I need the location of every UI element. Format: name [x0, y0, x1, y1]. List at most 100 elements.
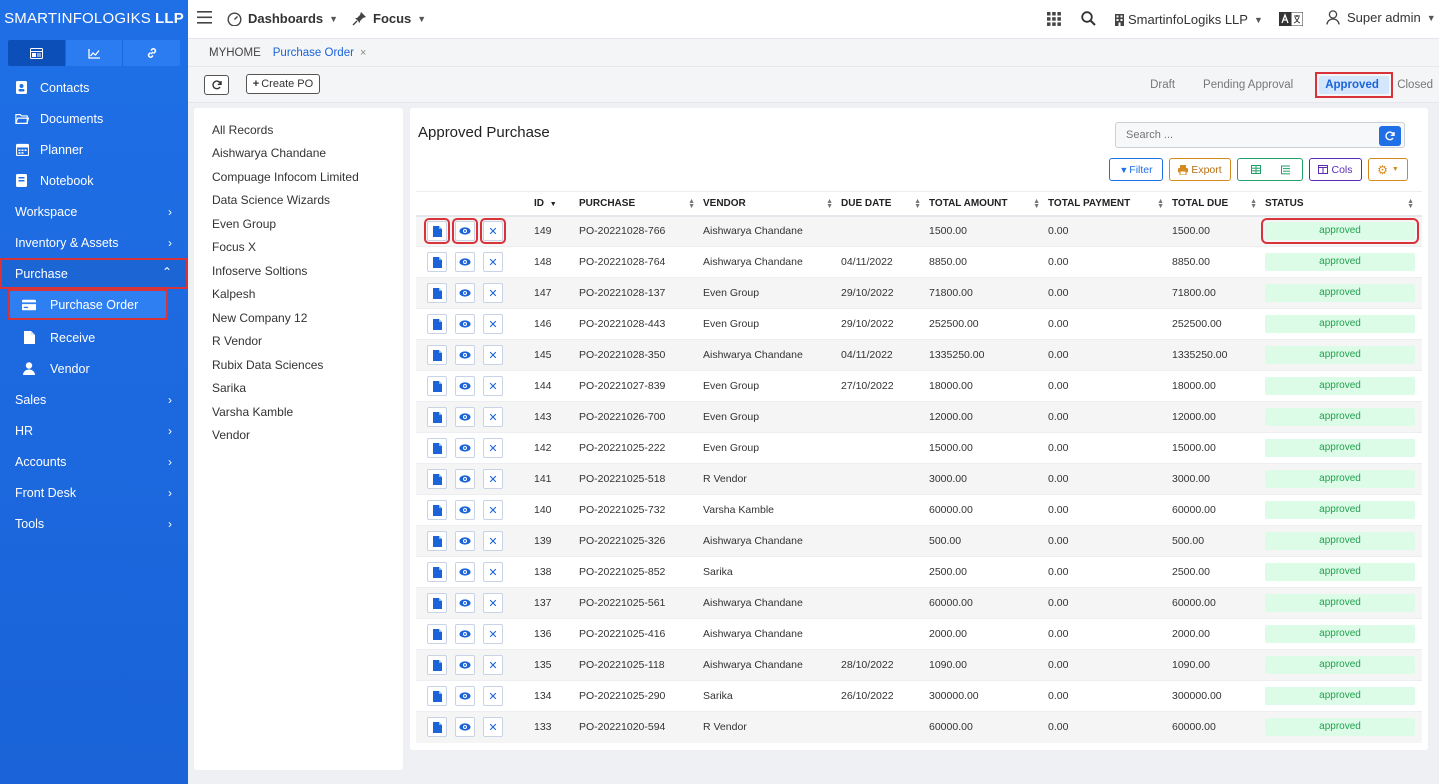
cell-purchase[interactable]: PO-20221025-561: [579, 587, 703, 619]
vendor-filter-item[interactable]: Data Science Wizards: [194, 189, 403, 213]
table-row[interactable]: ✕ 135 PO-20221025-118 Aishwarya Chandane 28/…: [416, 649, 1422, 681]
sidebar-group-inventory[interactable]: Inventory & Assets ›: [0, 227, 188, 258]
cell-purchase[interactable]: PO-20221025-326: [579, 525, 703, 557]
view-button[interactable]: [455, 438, 475, 458]
delete-button[interactable]: ✕: [483, 655, 503, 675]
view-button[interactable]: [455, 593, 475, 613]
column-header-total-due[interactable]: TOTAL DUE ▲ ▼: [1172, 191, 1265, 217]
table-row[interactable]: ✕ 143 PO-20221026-700 Even Group 12000.00 0.0…: [416, 401, 1422, 433]
cols-button[interactable]: Cols: [1309, 158, 1362, 181]
view-button[interactable]: [455, 314, 475, 334]
view-button[interactable]: [455, 717, 475, 738]
vendor-filter-item[interactable]: Varsha Kamble: [194, 400, 403, 424]
search-icon[interactable]: [1081, 11, 1096, 29]
delete-button[interactable]: ✕: [480, 218, 506, 245]
vendor-filter-item[interactable]: All Records: [194, 118, 403, 142]
view-button[interactable]: [455, 407, 475, 427]
breadcrumb-current-tab[interactable]: Purchase Order: [273, 47, 354, 59]
tab-pending-approval[interactable]: Pending Approval: [1203, 79, 1293, 91]
cell-purchase[interactable]: PO-20221025-118: [579, 649, 703, 681]
sidebar-item-contacts[interactable]: Contacts: [0, 72, 188, 103]
tab-approved[interactable]: Approved: [1319, 76, 1390, 94]
edit-document-button[interactable]: [427, 717, 447, 738]
view-button[interactable]: [455, 655, 475, 675]
edit-document-button[interactable]: [427, 469, 447, 489]
table-row[interactable]: ✕ 145 PO-20221028-350 Aishwarya Chandane 04/…: [416, 339, 1422, 371]
cell-purchase[interactable]: PO-20221025-290: [579, 680, 703, 712]
refresh-button[interactable]: [204, 75, 229, 95]
apps-grid-icon[interactable]: [1047, 12, 1061, 29]
sidebar-item-notebook[interactable]: Notebook: [0, 165, 188, 196]
column-header-due-date[interactable]: DUE DATE ▲ ▼: [841, 191, 929, 217]
table-row[interactable]: ✕ 138 PO-20221025-852 Sarika 2500.00 0.00 2500…: [416, 556, 1422, 588]
delete-button[interactable]: ✕: [483, 314, 503, 334]
delete-button[interactable]: ✕: [483, 686, 503, 706]
column-header-total-amount[interactable]: TOTAL AMOUNT ▲ ▼: [929, 191, 1048, 217]
breadcrumb-home[interactable]: MYHOME: [209, 47, 261, 59]
table-row[interactable]: ✕ 140 PO-20221025-732 Varsha Kamble 60000.00…: [416, 494, 1422, 526]
cell-purchase[interactable]: PO-20221025-416: [579, 618, 703, 650]
list-view-button[interactable]: [1269, 158, 1303, 181]
view-button[interactable]: [455, 531, 475, 551]
vendor-filter-item[interactable]: Aishwarya Chandane: [194, 142, 403, 166]
view-button[interactable]: [455, 624, 475, 644]
filter-button[interactable]: ▼ Filter: [1109, 158, 1163, 181]
delete-button[interactable]: ✕: [483, 593, 503, 613]
cell-purchase[interactable]: PO-20221026-700: [579, 401, 703, 433]
search-refresh-button[interactable]: [1379, 126, 1401, 146]
view-button[interactable]: [455, 376, 475, 396]
vendor-filter-item[interactable]: R Vendor: [194, 330, 403, 354]
delete-button[interactable]: ✕: [483, 562, 503, 582]
table-row[interactable]: ✕ 146 PO-20221028-443 Even Group 29/10/2022 2…: [416, 308, 1422, 340]
delete-button[interactable]: ✕: [483, 500, 503, 520]
tab-draft[interactable]: Draft: [1150, 79, 1175, 91]
cell-purchase[interactable]: PO-20221025-732: [579, 494, 703, 526]
table-row[interactable]: ✕ 139 PO-20221025-326 Aishwarya Chandane 500…: [416, 525, 1422, 557]
delete-button[interactable]: ✕: [483, 531, 503, 551]
edit-document-button[interactable]: [427, 345, 447, 365]
view-button[interactable]: [455, 345, 475, 365]
brand-logo[interactable]: SMARTINFOLOGIKS LLP: [0, 0, 188, 36]
cell-purchase[interactable]: PO-20221027-839: [579, 370, 703, 402]
sidebar-item-receive[interactable]: Receive: [0, 322, 188, 353]
sidebar-group-frontdesk[interactable]: Front Desk ›: [0, 477, 188, 508]
user-menu[interactable]: Super admin ▼: [1326, 10, 1436, 25]
sidebar-group-purchase[interactable]: Purchase ⌃: [0, 258, 188, 289]
view-button[interactable]: [452, 218, 478, 245]
translate-icon[interactable]: [1279, 11, 1304, 29]
cell-purchase[interactable]: PO-20221025-518: [579, 463, 703, 495]
view-button[interactable]: [455, 252, 475, 272]
delete-button[interactable]: ✕: [483, 407, 503, 427]
delete-button[interactable]: ✕: [483, 438, 503, 458]
sidebar-tab-reports[interactable]: [65, 40, 124, 66]
cell-purchase[interactable]: PO-20221020-594: [579, 711, 703, 743]
vendor-filter-item[interactable]: New Company 12: [194, 306, 403, 330]
company-menu[interactable]: SmartinfoLogiks LLP ▼: [1115, 12, 1263, 27]
table-row[interactable]: ✕ 149 PO-20221028-766 Aishwarya Chandane 150…: [416, 215, 1422, 247]
cell-purchase[interactable]: PO-20221028-764: [579, 246, 703, 278]
edit-document-button[interactable]: [427, 624, 447, 644]
sidebar-item-documents[interactable]: Documents: [0, 103, 188, 134]
table-row[interactable]: ✕ 134 PO-20221025-290 Sarika 26/10/2022 30000…: [416, 680, 1422, 712]
table-row[interactable]: ✕ 144 PO-20221027-839 Even Group 27/10/2022 1…: [416, 370, 1422, 402]
vendor-filter-item[interactable]: Vendor: [194, 424, 403, 448]
table-row[interactable]: ✕ 141 PO-20221025-518 R Vendor 3000.00 0.00 30…: [416, 463, 1422, 495]
vendor-filter-item[interactable]: Kalpesh: [194, 283, 403, 307]
create-po-button[interactable]: + Create PO: [246, 74, 320, 94]
cell-purchase[interactable]: PO-20221028-766: [579, 215, 703, 247]
vendor-filter-item[interactable]: Even Group: [194, 212, 403, 236]
edit-document-button[interactable]: [427, 283, 447, 303]
view-button[interactable]: [455, 562, 475, 582]
search-input[interactable]: [1116, 129, 1376, 141]
focus-menu[interactable]: Focus ▼: [352, 11, 426, 26]
vendor-filter-item[interactable]: Sarika: [194, 377, 403, 401]
edit-document-button[interactable]: [424, 218, 450, 245]
delete-button[interactable]: ✕: [483, 252, 503, 272]
view-button[interactable]: [455, 686, 475, 706]
edit-document-button[interactable]: [427, 407, 447, 427]
sidebar-group-workspace[interactable]: Workspace ›: [0, 196, 188, 227]
hamburger-menu-icon[interactable]: [197, 11, 212, 27]
sidebar-group-hr[interactable]: HR ›: [0, 415, 188, 446]
cell-purchase[interactable]: PO-20221028-137: [579, 277, 703, 309]
edit-document-button[interactable]: [427, 500, 447, 520]
